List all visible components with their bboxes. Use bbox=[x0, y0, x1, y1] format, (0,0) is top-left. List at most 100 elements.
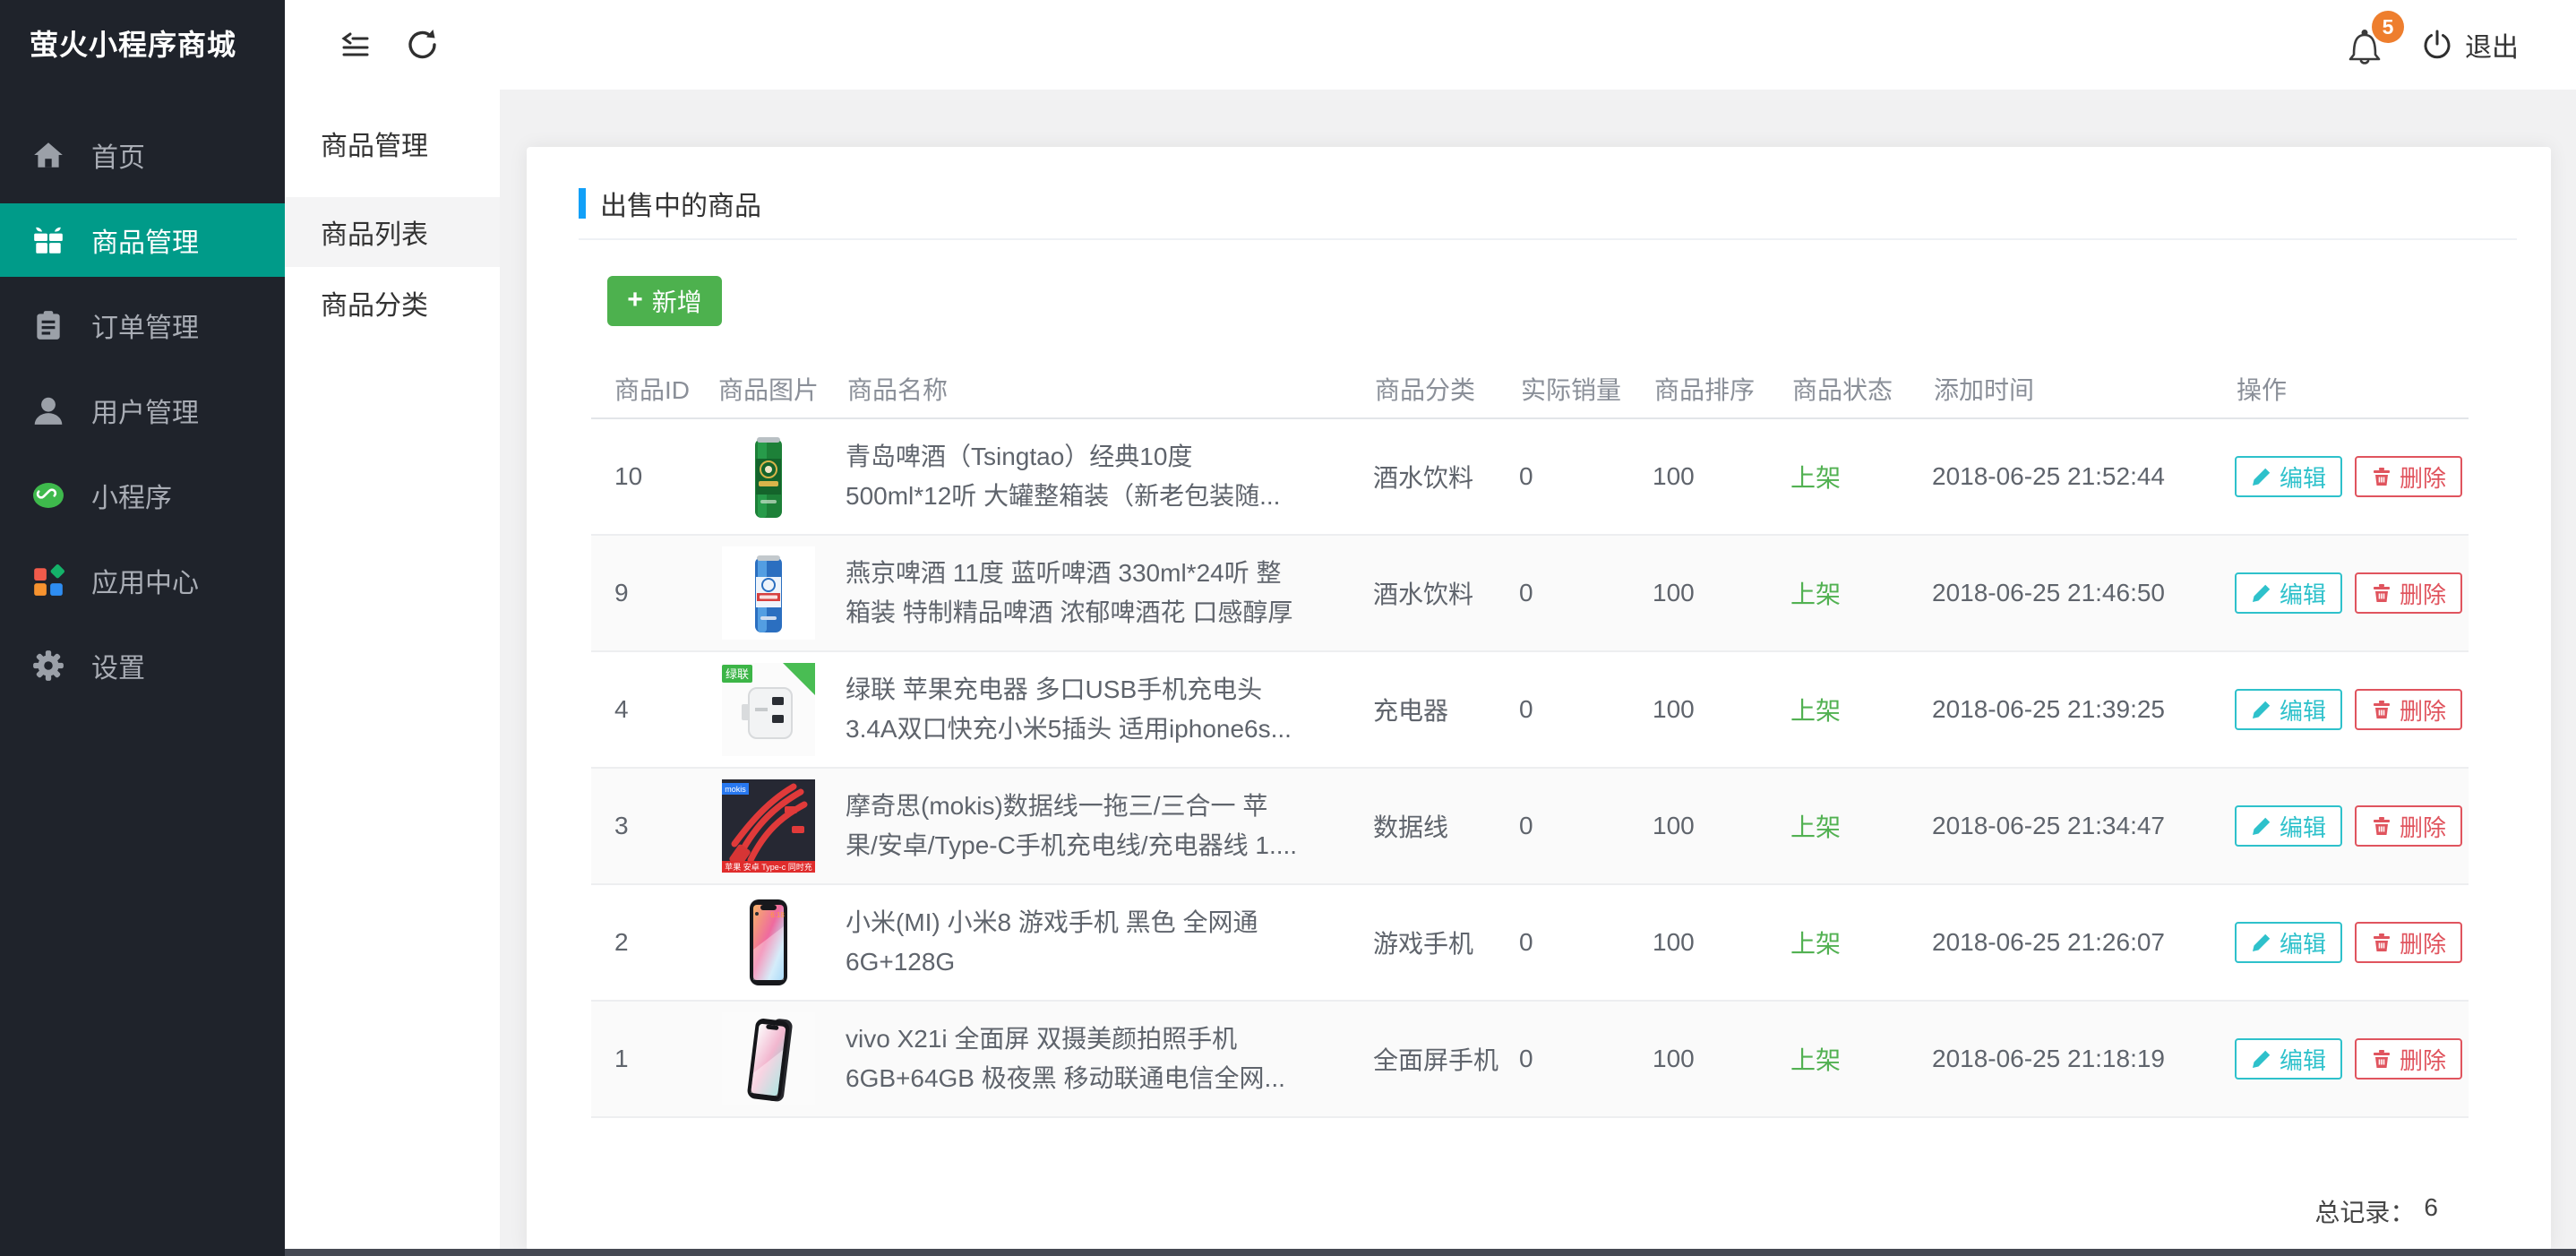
product-added-time: 2018-06-25 21:52:44 bbox=[1932, 462, 2235, 491]
sidebar-item-products[interactable]: 商品管理 bbox=[0, 203, 285, 277]
pencil-icon bbox=[2251, 699, 2272, 720]
product-sales: 0 bbox=[1519, 462, 1653, 491]
product-added-time: 2018-06-25 21:26:07 bbox=[1932, 928, 2235, 957]
apps-icon bbox=[30, 563, 66, 598]
table-header: 商品ID 商品图片 商品名称 商品分类 实际销量 商品排序 商品状态 添加时间 … bbox=[591, 360, 2469, 419]
sidebar-item-users[interactable]: 用户管理 bbox=[0, 374, 285, 447]
edit-button[interactable]: 编辑 bbox=[2235, 572, 2342, 614]
product-sales: 0 bbox=[1519, 1045, 1653, 1073]
delete-button[interactable]: 删除 bbox=[2355, 1038, 2462, 1080]
product-image-ugreen: 绿联 bbox=[717, 663, 846, 756]
trash-icon bbox=[2371, 699, 2392, 720]
column-header: 操作 bbox=[2235, 371, 2469, 407]
logout-button[interactable]: 退出 bbox=[2420, 0, 2519, 90]
horizontal-scrollbar[interactable] bbox=[285, 1249, 2576, 1256]
product-image-vivo bbox=[717, 1012, 846, 1105]
delete-button[interactable]: 删除 bbox=[2355, 805, 2462, 847]
submenu-item-product-category[interactable]: 商品分类 bbox=[285, 267, 500, 339]
user-icon bbox=[30, 392, 66, 428]
product-sort: 100 bbox=[1653, 579, 1790, 607]
sidebar-item-appcenter[interactable]: 应用中心 bbox=[0, 544, 285, 617]
pencil-icon bbox=[2251, 1048, 2272, 1070]
sidebar-item-label: 商品管理 bbox=[91, 220, 199, 260]
product-id: 10 bbox=[591, 462, 717, 491]
edit-button[interactable]: 编辑 bbox=[2235, 689, 2342, 730]
sidebar-item-miniprogram[interactable]: 小程序 bbox=[0, 459, 285, 532]
product-image-mokis: mokis 苹果 安卓 Type-c 同时充 bbox=[717, 779, 846, 873]
product-name: 青岛啤酒（Tsingtao）经典10度 500ml*12听 大罐整箱装（新老包装… bbox=[846, 437, 1373, 516]
topbar: 5 退出 bbox=[285, 0, 2576, 90]
product-sort: 100 bbox=[1653, 462, 1790, 491]
trash-icon bbox=[2371, 466, 2392, 487]
pencil-icon bbox=[2251, 466, 2272, 487]
sidebar-item-label: 小程序 bbox=[91, 476, 172, 515]
row-actions: 编辑 删除 bbox=[2235, 805, 2469, 847]
sidebar-item-orders[interactable]: 订单管理 bbox=[0, 288, 285, 362]
product-image-mi8: 6:18 bbox=[717, 896, 846, 989]
delete-label: 删除 bbox=[2400, 810, 2446, 843]
delete-label: 删除 bbox=[2400, 577, 2446, 610]
add-button-label: 新增 bbox=[652, 283, 702, 319]
product-category: 全面屏手机 bbox=[1373, 1041, 1519, 1077]
edit-button[interactable]: 编辑 bbox=[2235, 805, 2342, 847]
trash-icon bbox=[2371, 582, 2392, 604]
total-records: 总记录： 6 bbox=[2314, 1193, 2438, 1229]
product-sort: 100 bbox=[1653, 812, 1790, 840]
sidebar-item-label: 订单管理 bbox=[91, 305, 199, 345]
product-sort: 100 bbox=[1653, 695, 1790, 724]
sidebar-item-home[interactable]: 首页 bbox=[0, 118, 285, 192]
sidebar-item-label: 用户管理 bbox=[91, 391, 199, 430]
submenu-item-product-list[interactable]: 商品列表 bbox=[285, 197, 500, 267]
product-image-tsingtao bbox=[717, 430, 846, 523]
product-id: 1 bbox=[591, 1045, 717, 1073]
sidebar-item-settings[interactable]: 设置 bbox=[0, 629, 285, 702]
product-image-yanjing bbox=[717, 546, 846, 640]
edit-button[interactable]: 编辑 bbox=[2235, 922, 2342, 963]
edit-button[interactable]: 编辑 bbox=[2235, 456, 2342, 497]
add-product-button[interactable]: + 新增 bbox=[607, 276, 722, 326]
trash-icon bbox=[2371, 815, 2392, 837]
edit-label: 编辑 bbox=[2280, 810, 2326, 843]
delete-label: 删除 bbox=[2400, 926, 2446, 959]
column-header: 商品图片 bbox=[717, 371, 846, 407]
column-header: 商品名称 bbox=[846, 371, 1373, 407]
total-records-value: 6 bbox=[2424, 1193, 2438, 1229]
table-row: 1 bbox=[591, 1002, 2469, 1118]
sidebar-nav: 首页 商品管理 bbox=[0, 107, 285, 714]
edit-label: 编辑 bbox=[2280, 926, 2326, 959]
product-name: 小米(MI) 小米8 游戏手机 黑色 全网通 6G+128G bbox=[846, 903, 1373, 982]
column-header: 商品ID bbox=[591, 371, 717, 407]
home-icon bbox=[30, 137, 66, 173]
table-row: 2 6:18 bbox=[591, 885, 2469, 1002]
mi8-screen-time: 6:18 bbox=[770, 911, 785, 919]
column-header: 商品排序 bbox=[1653, 371, 1790, 407]
edit-button[interactable]: 编辑 bbox=[2235, 1038, 2342, 1080]
product-name: 绿联 苹果充电器 多口USB手机充电头 3.4A双口快充小米5插头 适用ipho… bbox=[846, 670, 1373, 749]
orders-icon bbox=[30, 307, 66, 343]
sidebar-item-label: 首页 bbox=[91, 135, 145, 175]
title-divider bbox=[579, 238, 2517, 240]
delete-button[interactable]: 删除 bbox=[2355, 922, 2462, 963]
refresh-icon[interactable] bbox=[398, 0, 448, 90]
product-category: 数据线 bbox=[1373, 808, 1519, 844]
product-added-time: 2018-06-25 21:46:50 bbox=[1932, 579, 2235, 607]
delete-button[interactable]: 删除 bbox=[2355, 572, 2462, 614]
gear-icon bbox=[30, 648, 66, 684]
products-table: 商品ID 商品图片 商品名称 商品分类 实际销量 商品排序 商品状态 添加时间 … bbox=[591, 360, 2469, 1118]
delete-button[interactable]: 删除 bbox=[2355, 689, 2462, 730]
delete-button[interactable]: 删除 bbox=[2355, 456, 2462, 497]
table-row: 4 绿联 绿联 苹果充电器 多口USB手机充电头 3.4A双口快充小米5 bbox=[591, 652, 2469, 769]
product-status: 上架 bbox=[1790, 808, 1932, 844]
product-status: 上架 bbox=[1790, 925, 1932, 960]
product-added-time: 2018-06-25 21:39:25 bbox=[1932, 695, 2235, 724]
product-id: 9 bbox=[591, 579, 717, 607]
product-name: 摩奇思(mokis)数据线一拖三/三合一 苹 果/安卓/Type-C手机充电线/… bbox=[846, 787, 1373, 865]
trash-icon bbox=[2371, 1048, 2392, 1070]
table-row: 3 mokis bbox=[591, 769, 2469, 885]
pencil-icon bbox=[2251, 932, 2272, 953]
product-status: 上架 bbox=[1790, 575, 1932, 611]
row-actions: 编辑 删除 bbox=[2235, 1038, 2469, 1080]
submenu-header: 商品管理 bbox=[285, 90, 500, 197]
collapse-sidebar-icon[interactable] bbox=[330, 0, 380, 90]
column-header: 商品状态 bbox=[1790, 371, 1932, 407]
